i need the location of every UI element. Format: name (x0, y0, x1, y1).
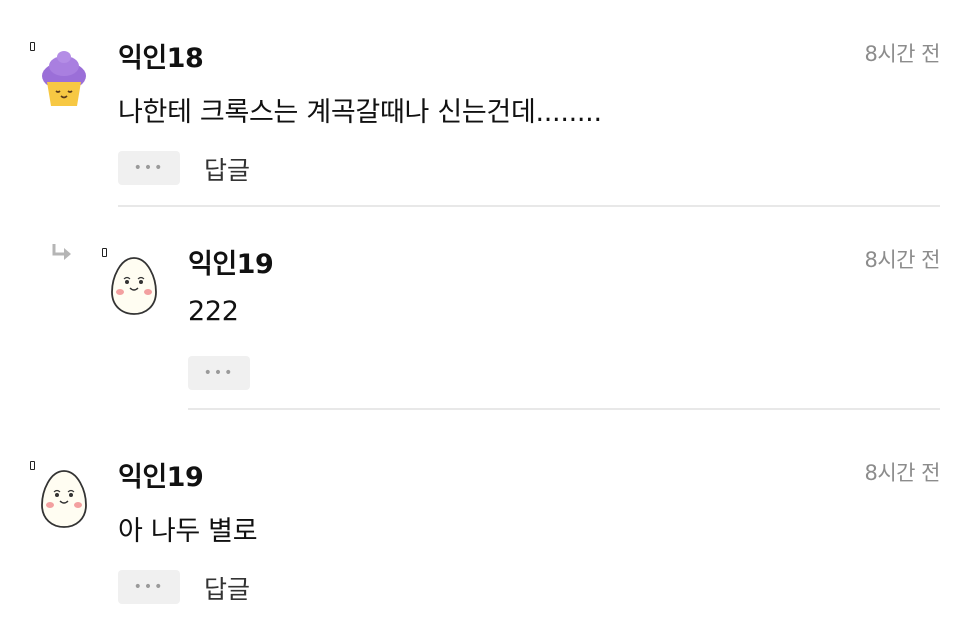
divider (118, 205, 940, 207)
reply-arrow-icon (52, 244, 71, 260)
comment-time: 8시간 전 (864, 248, 941, 272)
comment-marker (102, 248, 107, 257)
reply-comment-item: 익인19 8시간 전 222 ••• (0, 210, 960, 415)
comment-text: 아 나두 별로 (118, 516, 258, 547)
more-options-button[interactable]: ••• (118, 570, 180, 604)
comment-author: 익인19 (188, 249, 274, 280)
reply-button[interactable]: 답글 (204, 570, 250, 606)
comment-text: 222 (188, 296, 239, 327)
comment-author: 익인18 (118, 43, 204, 74)
egg-avatar-icon (111, 257, 157, 315)
comment-text: 나한테 크록스는 계곡갈때나 신는건데........ (118, 97, 602, 128)
comment-item: 익인18 8시간 전 나한테 크록스는 계곡갈때나 신는건데........ •… (0, 0, 960, 210)
reply-button[interactable]: 답글 (204, 151, 250, 187)
egg-avatar-icon (41, 470, 87, 528)
comment-item: 익인19 8시간 전 아 나두 별로 ••• 답글 (0, 415, 960, 624)
comment-author: 익인19 (118, 462, 204, 493)
comment-marker (30, 461, 35, 470)
more-options-button[interactable]: ••• (118, 151, 180, 185)
comment-time: 8시간 전 (864, 461, 941, 485)
divider (188, 408, 940, 410)
more-options-button[interactable]: ••• (188, 356, 250, 390)
comment-marker (30, 42, 35, 51)
comment-time: 8시간 전 (864, 42, 941, 66)
cupcake-avatar-icon (42, 51, 86, 106)
